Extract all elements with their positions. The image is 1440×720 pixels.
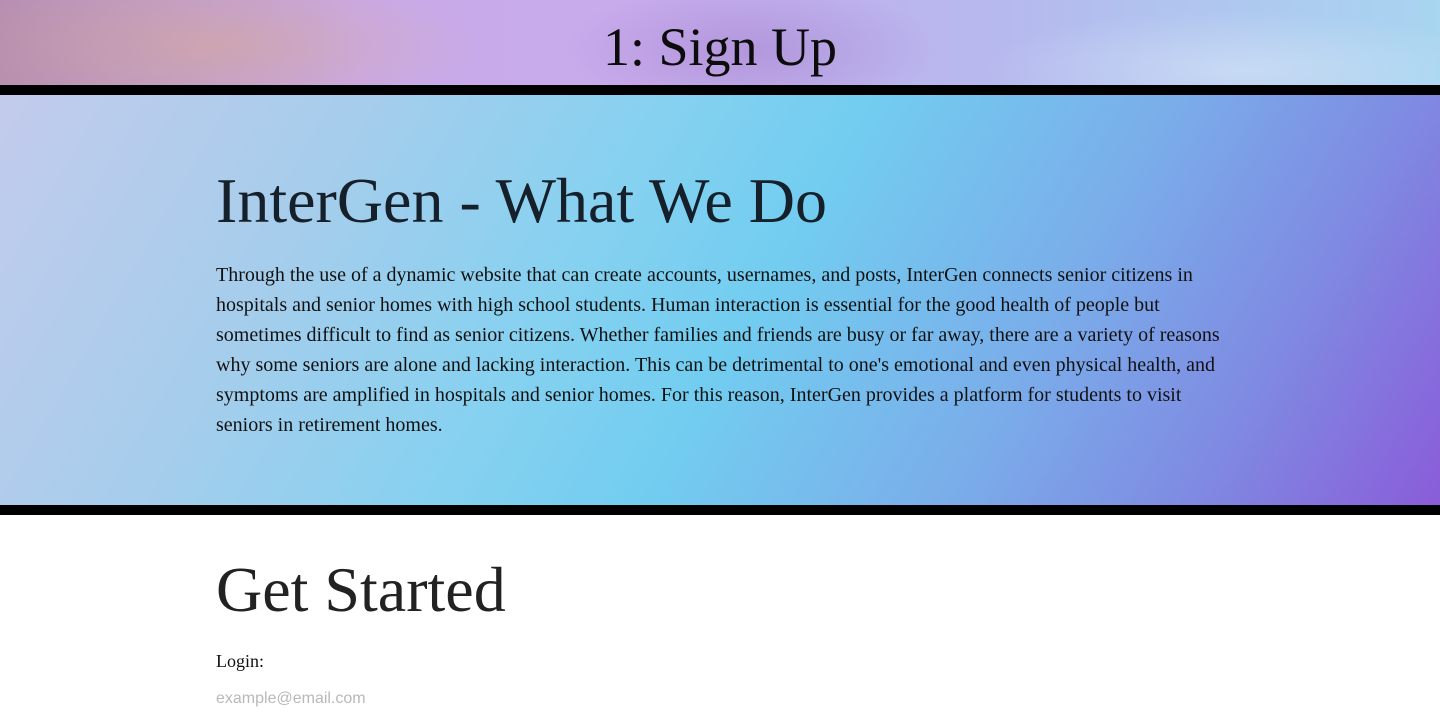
top-banner: 1: Sign Up [0, 0, 1440, 85]
about-section: InterGen - What We Do Through the use of… [0, 95, 1440, 505]
about-heading: InterGen - What We Do [216, 165, 827, 236]
email-input[interactable] [213, 687, 619, 711]
about-description: Through the use of a dynamic website tha… [216, 264, 1220, 436]
get-started-section: Get Started Login: [0, 515, 1440, 720]
login-label: Login: [216, 651, 264, 671]
section-divider-top [0, 85, 1440, 95]
page-title: 1: Sign Up [602, 17, 838, 77]
get-started-heading: Get Started [216, 554, 506, 625]
section-divider-bottom [0, 505, 1440, 515]
